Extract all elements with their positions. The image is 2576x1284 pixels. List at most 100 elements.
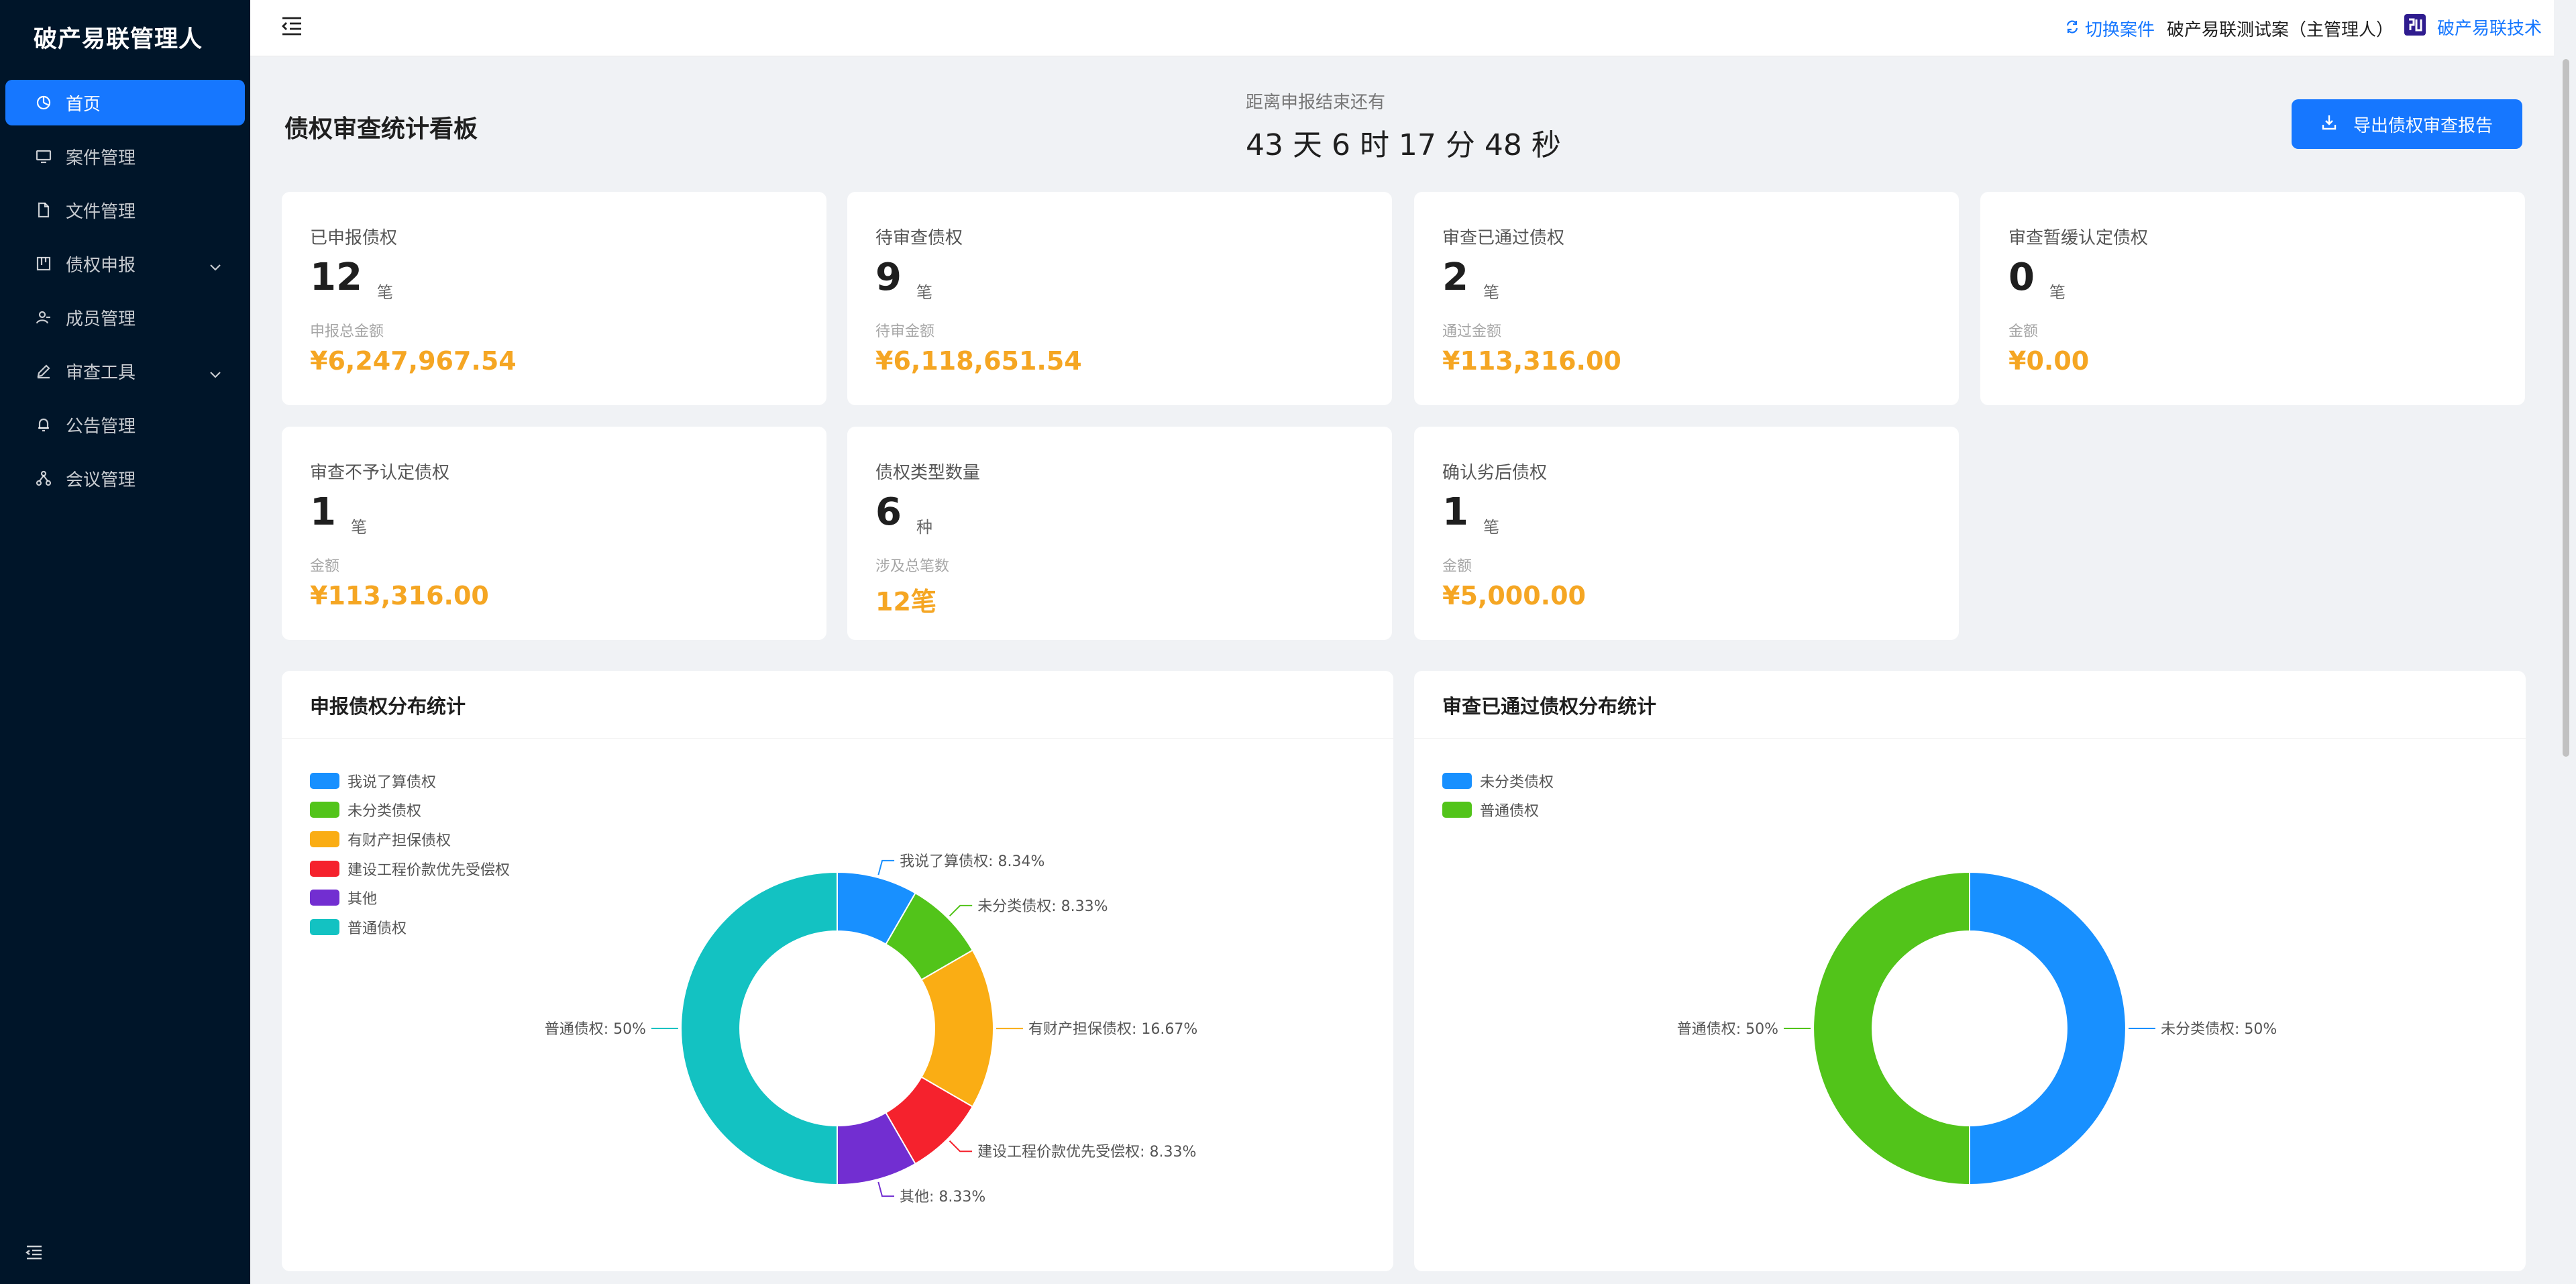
stat-card-unit: 笔 — [2049, 283, 2065, 302]
stat-card-count: 6 — [875, 490, 902, 534]
dashboard-icon — [35, 94, 52, 111]
stat-card-sub-label: 金额 — [1442, 558, 1472, 575]
sidebar-item-label: 案件管理 — [66, 148, 136, 168]
sidebar-item-1[interactable]: 案件管理 — [5, 133, 245, 179]
donut-chart: 未分类债权: 50% 普通债权: 50% — [1677, 871, 2277, 1186]
user-icon — [35, 309, 52, 326]
stat-card-count: 9 — [875, 256, 902, 299]
switch-case-link[interactable]: 切换案件 — [2065, 16, 2155, 41]
stat-card-amount: ¥113,316.00 — [1442, 346, 1621, 376]
stat-card-label: 债权类型数量 — [875, 463, 981, 483]
stat-card-label: 审查不予认定债权 — [310, 463, 450, 483]
stat-card-unit: 笔 — [351, 518, 367, 537]
stat-card: 已申报债权 12 笔申报总金额 ¥6,247,967.54 — [282, 192, 826, 405]
scrollbar-thumb[interactable] — [2563, 59, 2569, 757]
stat-card-sub-label: 金额 — [310, 558, 340, 575]
export-report-label: 导出债权审查报告 — [2353, 115, 2493, 136]
page-title: 债权审查统计看板 — [284, 115, 478, 143]
stat-card: 债权类型数量 6 种涉及总笔数 12笔 — [847, 427, 1392, 640]
slice-label: 其他: 8.33% — [900, 1189, 985, 1206]
sidebar-menu: 首页案件管理文件管理债权申报成员管理审查工具公告管理会议管理 — [0, 80, 250, 509]
slice-label: 未分类债权: 8.33% — [977, 898, 1108, 915]
approved-claims-chart-panel: 审查已通过债权分布统计 未分类债权 普通债权 未分类债权: 50% 普通债权: 50… — [1414, 671, 2526, 1271]
chevron-down-icon — [209, 257, 222, 277]
pen-icon — [35, 362, 52, 380]
countdown-label: 距离申报结束还有 — [1246, 93, 1386, 113]
cluster-icon — [35, 470, 52, 487]
stat-card-amount: ¥6,247,967.54 — [310, 346, 517, 376]
countdown-timer: 43 天 6 时 17 分 48 秒 — [1246, 128, 1561, 162]
stat-card-count: 2 — [1442, 256, 1468, 299]
stat-card-sub-label: 申报总金额 — [310, 323, 384, 340]
sidebar-item-label: 文件管理 — [66, 201, 136, 222]
slice-label: 建设工程价款优先受偿权: 8.33% — [977, 1144, 1196, 1161]
stat-card-label: 审查已通过债权 — [1442, 228, 1565, 248]
stat-card: 确认劣后债权 1 笔金额 ¥5,000.00 — [1414, 427, 1959, 640]
current-case-name: 破产易联测试案（主管理人） — [2167, 20, 2394, 40]
brand-title: 破产易联管理人 — [34, 26, 203, 53]
stat-card-unit: 种 — [916, 518, 932, 537]
stat-card-count: 12 — [310, 256, 362, 299]
stat-card-amount: ¥113,316.00 — [310, 581, 489, 610]
org-link[interactable]: 破产易联技术 — [2404, 13, 2542, 41]
stat-card-unit: 笔 — [377, 283, 393, 302]
stat-card-label: 待审查债权 — [875, 228, 963, 248]
sidebar-item-4[interactable]: 成员管理 — [5, 295, 245, 340]
slice-label: 普通债权: 50% — [545, 1021, 646, 1038]
stat-card-unit: 笔 — [1483, 283, 1499, 302]
stat-card-sub-label: 涉及总笔数 — [875, 558, 950, 575]
stat-card-sub-label: 待审金额 — [875, 323, 935, 340]
stat-card-count: 1 — [1442, 490, 1468, 534]
bell-icon — [35, 416, 52, 433]
sidebar-item-6[interactable]: 公告管理 — [5, 402, 245, 447]
sidebar: 破产易联管理人 首页案件管理文件管理债权申报成员管理审查工具公告管理会议管理 — [0, 0, 250, 1284]
declared-claims-chart-panel: 申报债权分布统计 我说了算债权 未分类债权 有财产担保债权 建设工程价款优先受偿权 其他… — [282, 671, 1393, 1271]
stat-card-count: 1 — [310, 490, 336, 534]
sidebar-item-7[interactable]: 会议管理 — [5, 456, 245, 501]
slice-label: 有财产担保债权: 16.67% — [1028, 1021, 1197, 1038]
sidebar-item-label: 首页 — [66, 94, 101, 115]
stat-card-amount: ¥5,000.00 — [1442, 581, 1586, 610]
switch-case-label: 切换案件 — [2085, 20, 2155, 40]
stat-card-label: 已申报债权 — [310, 228, 398, 248]
sidebar-item-2[interactable]: 文件管理 — [5, 187, 245, 233]
sidebar-item-label: 公告管理 — [66, 416, 136, 437]
donut-slice[interactable] — [680, 871, 838, 1186]
donut-chart: 我说了算债权: 8.34% 未分类债权: 8.33% 有财产担保债权: 16.67%… — [545, 853, 1198, 1206]
stat-card-amount: 12笔 — [875, 587, 936, 617]
stat-card-count: 0 — [2008, 256, 2035, 299]
donut-slice[interactable] — [1813, 871, 1970, 1186]
sidebar-item-5[interactable]: 审查工具 — [5, 348, 245, 394]
stat-card-amount: ¥6,118,651.54 — [875, 346, 1082, 376]
slice-leader-line — [949, 904, 973, 917]
stat-card: 审查暂缓认定债权 0 笔金额 ¥0.00 — [1980, 192, 2525, 405]
swap-icon — [2065, 19, 2080, 39]
org-name: 破产易联技术 — [2437, 19, 2542, 39]
top-header: 切换案件 破产易联测试案（主管理人） 破产易联技术 — [250, 0, 2554, 56]
menu-fold-icon[interactable] — [281, 16, 303, 39]
org-logo-icon — [2404, 13, 2426, 41]
stat-card-label: 审查暂缓认定债权 — [2008, 228, 2149, 248]
board-icon — [35, 255, 52, 272]
slice-label: 我说了算债权: 8.34% — [900, 853, 1044, 870]
page-scrollbar[interactable] — [2559, 56, 2572, 1284]
stat-card: 审查不予认定债权 1 笔金额 ¥113,316.00 — [282, 427, 826, 640]
sidebar-item-3[interactable]: 债权申报 — [5, 241, 245, 286]
stat-card-sub-label: 金额 — [2008, 323, 2039, 340]
export-report-button[interactable]: 导出债权审查报告 — [2292, 99, 2522, 149]
donut-slice[interactable] — [1969, 871, 2127, 1186]
download-icon — [2321, 114, 2337, 135]
sidebar-item-label: 审查工具 — [66, 362, 136, 383]
stat-card-sub-label: 通过金额 — [1442, 323, 1502, 340]
file-icon — [35, 201, 52, 219]
sidebar-item-label: 债权申报 — [66, 255, 136, 276]
chevron-down-icon — [209, 364, 222, 384]
sidebar-item-0[interactable]: 首页 — [5, 80, 245, 125]
slice-label: 未分类债权: 50% — [2161, 1021, 2277, 1038]
slice-leader-line — [877, 859, 895, 875]
sidebar-item-label: 成员管理 — [66, 309, 136, 329]
slice-leader-line — [877, 1181, 895, 1197]
stat-card-unit: 笔 — [1483, 518, 1499, 537]
sidebar-collapse-icon[interactable] — [25, 1244, 43, 1263]
slice-leader-line — [949, 1140, 973, 1153]
